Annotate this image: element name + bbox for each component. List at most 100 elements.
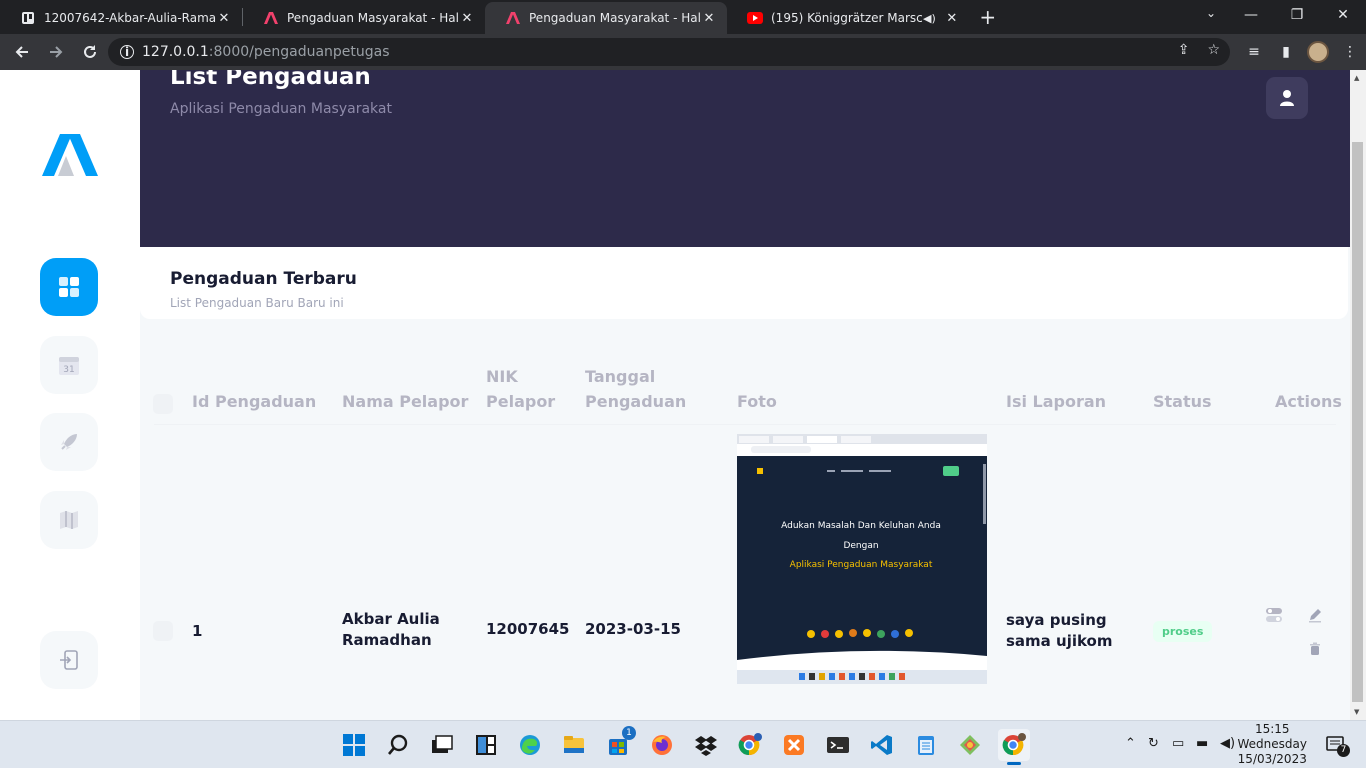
file-explorer-icon[interactable] (558, 729, 590, 761)
chrome-profile-icon[interactable] (734, 729, 766, 761)
dashboard-icon (59, 277, 79, 297)
clock[interactable]: 15:15 Wednesday 15/03/2023 (1238, 721, 1307, 767)
select-all-checkbox[interactable] (153, 394, 173, 414)
app-logo-favicon-icon (263, 10, 279, 26)
store-badge: 1 (622, 726, 636, 740)
edit-button[interactable] (1299, 599, 1331, 631)
tab-4[interactable]: (195) Königgrätzer Marsch-Prä ◀) ✕ (727, 2, 970, 34)
header-actions: Actions (1275, 392, 1342, 411)
app-logo[interactable] (42, 134, 98, 180)
status-badge: proses (1153, 621, 1213, 642)
row-checkbox[interactable] (153, 621, 173, 641)
clock-day: Wednesday (1237, 737, 1307, 751)
task-view-icon[interactable] (426, 729, 458, 761)
page-header: List Pengaduan Aplikasi Pengaduan Masyar… (140, 70, 1350, 247)
photo-text-line2: Dengan (843, 541, 878, 551)
notification-icon[interactable]: 7 (1320, 729, 1352, 761)
search-icon[interactable] (382, 729, 414, 761)
notepad-icon[interactable] (910, 729, 942, 761)
tab-1[interactable]: 12007642-Akbar-Aulia-Ramadhan ✕ (0, 2, 242, 34)
firefox-icon[interactable] (646, 729, 678, 761)
new-tab-button[interactable]: + (970, 5, 1006, 29)
share-icon[interactable]: ⇪ (1178, 42, 1190, 58)
clock-date: 15/03/2023 (1237, 752, 1307, 766)
youtube-favicon-icon (747, 10, 763, 26)
restore-icon[interactable]: ❐ (1274, 0, 1320, 30)
address-bar[interactable]: i 127.0.0.1:8000/pengaduanpetugas ⇪ ☆ (108, 38, 1230, 66)
cell-tanggal: 2023-03-15 (585, 620, 681, 638)
app-logo-favicon-icon (505, 10, 521, 26)
sync-alert-icon[interactable]: ↻ (1148, 736, 1159, 751)
browser-tabstrip: 12007642-Akbar-Aulia-Ramadhan ✕ Pengadua… (0, 0, 1366, 34)
profile-avatar[interactable] (1307, 41, 1329, 63)
tab-3-active[interactable]: Pengaduan Masyarakat - Halaman ✕ (485, 2, 727, 34)
tab-title: Pengaduan Masyarakat - Halaman (287, 11, 459, 25)
tab-close-icon[interactable]: ✕ (701, 11, 717, 26)
scroll-thumb[interactable] (1352, 142, 1363, 702)
close-window-icon[interactable]: ✕ (1320, 0, 1366, 30)
cell-nik: 12007645 (486, 620, 570, 638)
page-title: List Pengaduan (170, 70, 371, 90)
sidebar-item-dashboard[interactable] (40, 258, 98, 316)
dropbox-icon[interactable] (690, 729, 722, 761)
window-controls: — ❐ ✕ (1228, 0, 1366, 30)
sidebar-item-calendar[interactable]: 31 (40, 336, 98, 394)
cell-isi-line2: sama ujikom (1006, 632, 1113, 650)
document-favicon-icon (20, 10, 36, 26)
complaint-photo[interactable]: Adukan Masalah Dan Keluhan Anda Dengan A… (737, 434, 987, 684)
ms-store-icon[interactable]: 1 (602, 726, 636, 761)
tab-2[interactable]: Pengaduan Masyarakat - Halaman ✕ (243, 2, 485, 34)
media-queue-icon[interactable]: ≡ (1238, 44, 1270, 60)
cell-nama-line1: Akbar Aulia (342, 610, 440, 628)
chrome-active-icon[interactable] (998, 729, 1030, 765)
scroll-down-icon[interactable]: ▼ (1354, 708, 1359, 716)
widgets-icon[interactable] (470, 729, 502, 761)
header-foto: Foto (737, 392, 777, 411)
toggle-status-button[interactable] (1258, 599, 1290, 631)
photo-screenshot-image: Adukan Masalah Dan Keluhan Anda Dengan A… (737, 434, 987, 684)
network-icon[interactable]: ▭ (1172, 736, 1184, 751)
vscode-icon[interactable] (866, 729, 898, 761)
tray-overflow-icon[interactable]: ⌃ (1125, 736, 1136, 751)
tab-search-icon[interactable]: ⌄ (1206, 6, 1216, 20)
url-host: 127.0.0.1 (142, 44, 209, 60)
tab-close-icon[interactable]: ✕ (944, 11, 960, 26)
start-icon[interactable] (338, 729, 370, 761)
battery-icon[interactable]: ▬ (1196, 736, 1208, 751)
forward-icon[interactable] (40, 36, 72, 68)
sidebar-item-logout[interactable] (40, 631, 98, 689)
cell-isi-line1: saya pusing (1006, 611, 1107, 629)
minimize-icon[interactable]: — (1228, 0, 1274, 30)
speaker-icon[interactable]: ◀) (923, 12, 936, 25)
scroll-up-icon[interactable]: ▲ (1354, 74, 1359, 82)
page-scrollbar[interactable]: ▲ ▼ (1350, 70, 1366, 720)
header-nik-line1: NIK (486, 367, 518, 386)
sidebar-item-rocket[interactable] (40, 413, 98, 471)
sidebar-item-map[interactable] (40, 491, 98, 549)
menu-kebab-icon[interactable]: ⋮ (1334, 44, 1366, 60)
terminal-icon[interactable] (822, 729, 854, 761)
volume-icon[interactable]: ◀) (1220, 736, 1235, 751)
bookmark-star-icon[interactable]: ☆ (1207, 42, 1220, 58)
card-title: Pengaduan Terbaru (170, 269, 357, 289)
tab-close-icon[interactable]: ✕ (216, 11, 232, 26)
cell-nama-line2: Ramadhan (342, 631, 432, 649)
toggle-icon (1266, 608, 1282, 622)
photo-text-line1: Adukan Masalah Dan Keluhan Anda (781, 521, 941, 531)
header-tanggal-line2: Pengaduan (585, 392, 687, 411)
delete-button[interactable] (1299, 633, 1331, 665)
reload-icon[interactable] (74, 36, 106, 68)
url-path: :8000/pengaduanpetugas (208, 44, 390, 60)
cell-id: 1 (192, 622, 203, 640)
sidepanel-icon[interactable]: ▮ (1270, 44, 1302, 60)
site-info-icon[interactable]: i (120, 45, 134, 59)
edge-icon[interactable] (514, 729, 546, 761)
browser-toolbar: i 127.0.0.1:8000/pengaduanpetugas ⇪ ☆ ≡ … (0, 34, 1366, 70)
user-menu-button[interactable] (1266, 77, 1308, 119)
back-icon[interactable] (6, 36, 38, 68)
tab-close-icon[interactable]: ✕ (459, 11, 475, 26)
clock-time: 15:15 (1254, 722, 1290, 736)
calendar-day-label: 31 (63, 365, 74, 375)
xampp-icon[interactable] (778, 729, 810, 761)
github-desktop-icon[interactable] (954, 729, 986, 761)
